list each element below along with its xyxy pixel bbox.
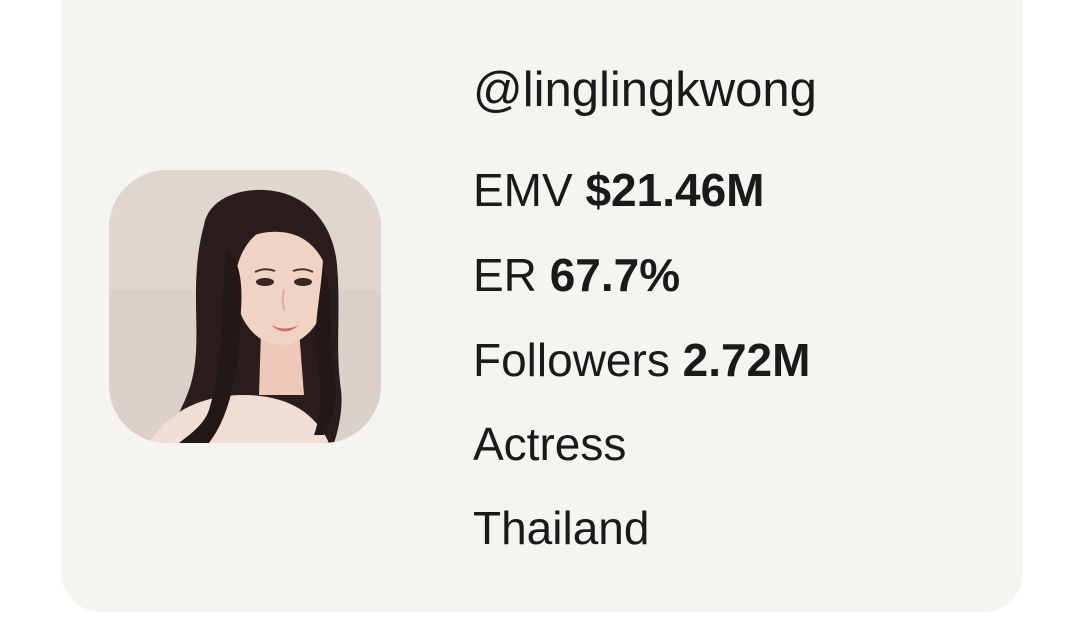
er-label: ER xyxy=(473,249,537,301)
emv-row: EMV $21.46M xyxy=(473,167,764,213)
emv-label: EMV xyxy=(473,164,573,216)
avatar-photo xyxy=(109,170,381,443)
followers-row: Followers 2.72M xyxy=(473,337,810,383)
avatar[interactable] xyxy=(109,170,381,443)
profile-handle[interactable]: @linglingkwong xyxy=(473,66,817,115)
location: Thailand xyxy=(473,502,650,554)
followers-label: Followers xyxy=(473,334,670,386)
er-row: ER 67.7% xyxy=(473,252,680,298)
followers-value: 2.72M xyxy=(682,334,811,386)
emv-value: $21.46M xyxy=(585,164,765,216)
er-value: 67.7% xyxy=(549,249,681,301)
occupation: Actress xyxy=(473,418,627,470)
